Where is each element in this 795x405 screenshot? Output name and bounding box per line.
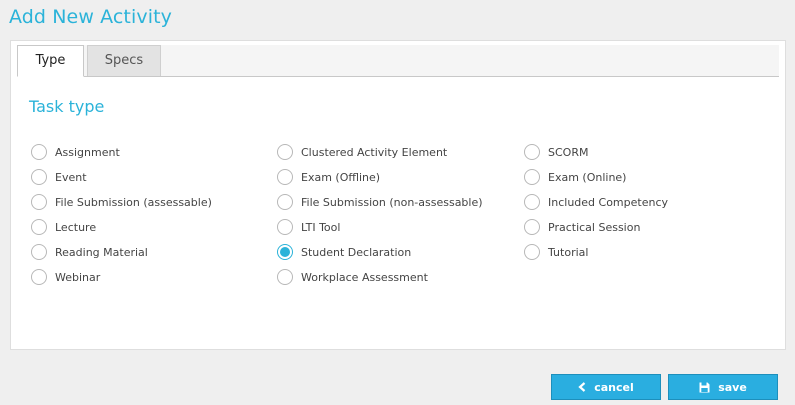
radio-option-file-submission-non-assessable[interactable]: File Submission (non-assessable) (277, 193, 483, 211)
radio-label: File Submission (non-assessable) (301, 195, 483, 209)
radio-label: Included Competency (548, 195, 669, 209)
radio-button[interactable] (524, 194, 540, 210)
radio-label: Exam (Online) (548, 170, 627, 184)
radio-option-included-competency[interactable]: Included Competency (524, 193, 668, 211)
radio-button[interactable] (277, 269, 293, 285)
radio-button[interactable] (277, 219, 293, 235)
cancel-button[interactable]: cancel (551, 374, 661, 400)
radio-option-scorm[interactable]: SCORM (524, 143, 588, 161)
radio-label: Student Declaration (301, 245, 412, 259)
radio-label: Event (55, 170, 87, 184)
radio-label: Reading Material (55, 245, 148, 259)
radio-label: Webinar (55, 270, 101, 284)
radio-option-webinar[interactable]: Webinar (31, 268, 100, 286)
page-title: Add New Activity (9, 6, 172, 28)
radio-label: Clustered Activity Element (301, 145, 448, 159)
radio-option-clustered-activity-element[interactable]: Clustered Activity Element (277, 143, 447, 161)
radio-option-exam-online[interactable]: Exam (Online) (524, 168, 626, 186)
radio-option-student-declaration[interactable]: Student Declaration (277, 243, 411, 261)
radio-label: File Submission (assessable) (55, 195, 212, 209)
radio-option-exam-offline[interactable]: Exam (Offline) (277, 168, 380, 186)
radio-option-tutorial[interactable]: Tutorial (524, 243, 588, 261)
radio-button[interactable] (524, 244, 540, 260)
radio-option-reading-material[interactable]: Reading Material (31, 243, 148, 261)
radio-label: Lecture (55, 220, 97, 234)
radio-button[interactable] (31, 269, 47, 285)
activity-panel: Type Specs Task type Assignment Event Fi… (10, 40, 786, 350)
radio-option-assignment[interactable]: Assignment (31, 143, 120, 161)
radio-option-lti-tool[interactable]: LTI Tool (277, 218, 340, 236)
save-button[interactable]: save (668, 374, 778, 400)
save-label: save (718, 380, 747, 394)
chevron-left-icon (578, 382, 586, 392)
radio-button[interactable] (277, 194, 293, 210)
floppy-disk-icon (699, 382, 710, 393)
radio-label: Practical Session (548, 220, 641, 234)
radio-button[interactable] (524, 169, 540, 185)
radio-button-selected[interactable] (277, 244, 293, 260)
radio-option-practical-session[interactable]: Practical Session (524, 218, 640, 236)
tab-specs[interactable]: Specs (87, 45, 161, 76)
radio-label: Tutorial (548, 245, 589, 259)
cancel-label: cancel (594, 380, 634, 394)
radio-button[interactable] (277, 144, 293, 160)
radio-button[interactable] (524, 219, 540, 235)
radio-option-lecture[interactable]: Lecture (31, 218, 96, 236)
radio-button[interactable] (31, 169, 47, 185)
radio-button[interactable] (524, 144, 540, 160)
radio-button[interactable] (31, 219, 47, 235)
radio-label: Workplace Assessment (301, 270, 428, 284)
radio-button[interactable] (277, 169, 293, 185)
radio-label: SCORM (548, 145, 589, 159)
radio-label: Assignment (55, 145, 120, 159)
radio-label: Exam (Offline) (301, 170, 381, 184)
radio-option-event[interactable]: Event (31, 168, 87, 186)
radio-button[interactable] (31, 194, 47, 210)
radio-option-workplace-assessment[interactable]: Workplace Assessment (277, 268, 428, 286)
section-title: Task type (29, 97, 105, 116)
radio-button[interactable] (31, 244, 47, 260)
tab-bar: Type Specs (17, 45, 779, 77)
radio-label: LTI Tool (301, 220, 341, 234)
radio-option-file-submission-assessable[interactable]: File Submission (assessable) (31, 193, 212, 211)
tab-type[interactable]: Type (17, 45, 84, 77)
radio-button[interactable] (31, 144, 47, 160)
